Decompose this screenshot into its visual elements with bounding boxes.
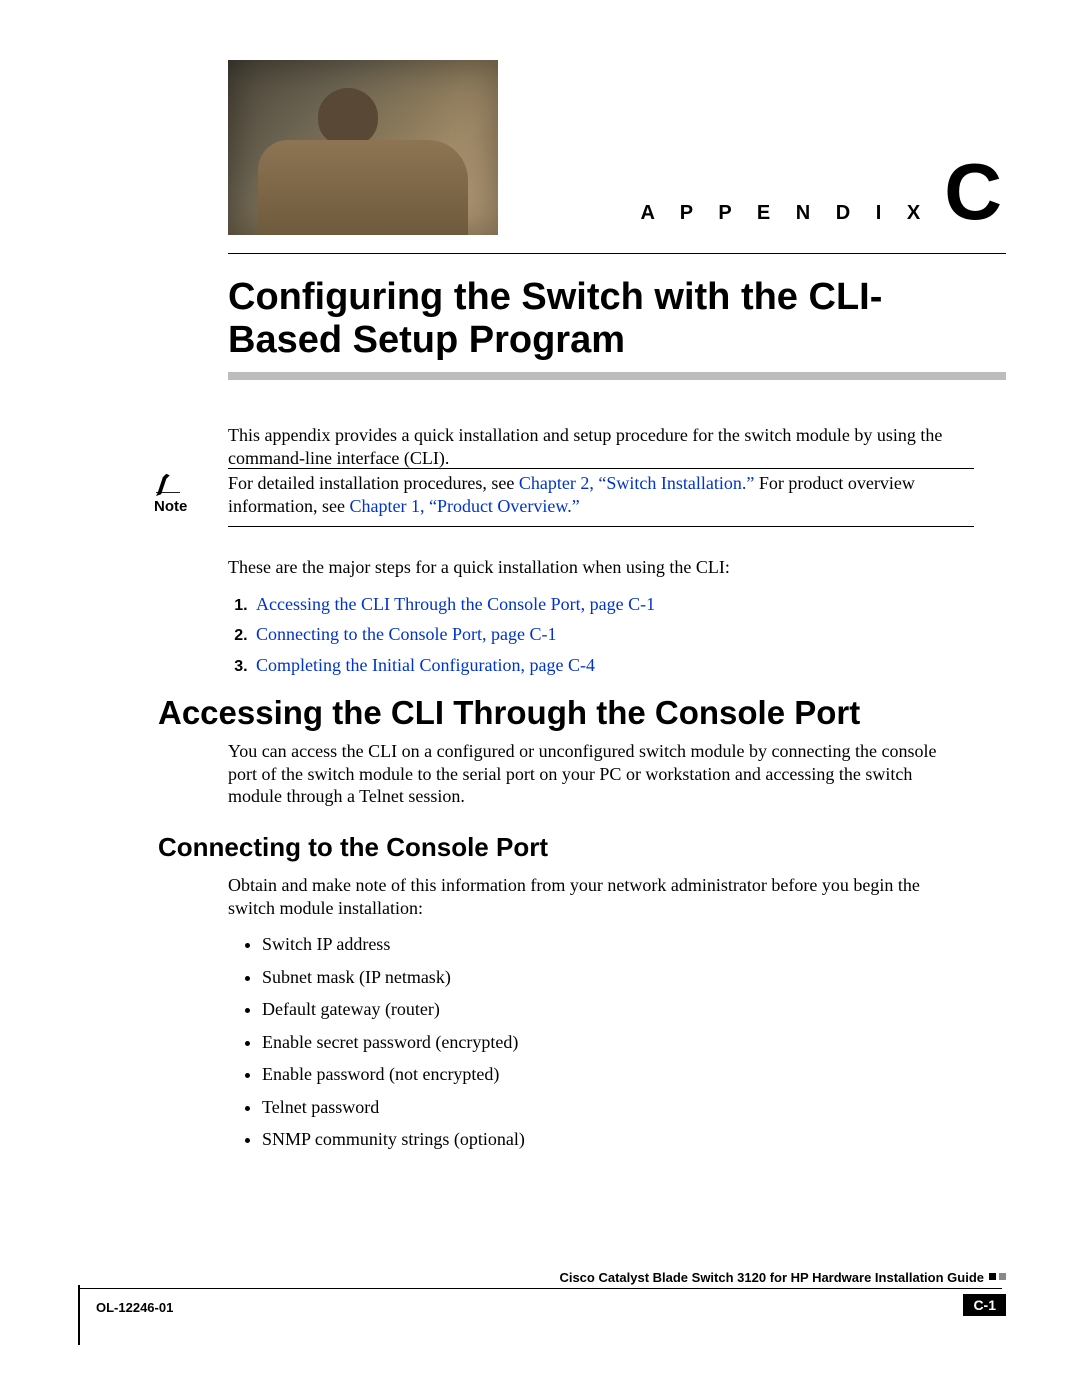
- pencil-icon: [154, 472, 182, 496]
- appendix-header: A P P E N D I X C: [641, 160, 1002, 225]
- step-link-3[interactable]: Completing the Initial Configuration, pa…: [256, 655, 595, 675]
- appendix-letter: C: [944, 160, 1002, 224]
- list-item: SNMP community strings (optional): [262, 1128, 968, 1151]
- subsection-heading: Connecting to the Console Port: [158, 832, 548, 863]
- step-link-2[interactable]: Connecting to the Console Port, page C-1: [256, 624, 556, 644]
- appendix-label: A P P E N D I X: [641, 202, 931, 225]
- footer-square-icon: [989, 1273, 996, 1280]
- footer-rule: [78, 1288, 1002, 1289]
- intro-paragraph: This appendix provides a quick installat…: [228, 424, 968, 469]
- list-item: Connecting to the Console Port, page C-1: [252, 623, 968, 646]
- step-list: Accessing the CLI Through the Console Po…: [228, 593, 968, 677]
- note-label: Note: [154, 498, 187, 515]
- list-item: Subnet mask (IP netmask): [262, 966, 968, 989]
- steps-intro: These are the major steps for a quick in…: [228, 556, 968, 579]
- header-photo: [228, 60, 498, 235]
- note-text: For detailed installation procedures, se…: [228, 472, 974, 519]
- step-link-1[interactable]: Accessing the CLI Through the Console Po…: [256, 594, 655, 614]
- rule-thick: [228, 372, 1006, 380]
- list-item: Enable password (not encrypted): [262, 1063, 968, 1086]
- rule-thin: [228, 253, 1006, 254]
- footer-page-number: C-1: [963, 1294, 1006, 1316]
- list-item: Completing the Initial Configuration, pa…: [252, 654, 968, 677]
- section-body: You can access the CLI on a configured o…: [228, 740, 968, 808]
- list-item: Enable secret password (encrypted): [262, 1031, 968, 1054]
- footer-doc-number: OL-12246-01: [96, 1300, 173, 1315]
- list-item: Switch IP address: [262, 933, 968, 956]
- note-rule-top: [228, 468, 974, 469]
- footer-left-rule: [78, 1285, 80, 1345]
- footer-square-icon: [999, 1273, 1006, 1280]
- link-chapter-1[interactable]: Chapter 1, “Product Overview.”: [349, 496, 579, 516]
- footer-guide-title: Cisco Catalyst Blade Switch 3120 for HP …: [559, 1270, 984, 1285]
- note-block: Note For detailed installation procedure…: [154, 472, 974, 519]
- list-item: Default gateway (router): [262, 998, 968, 1021]
- chapter-title: Configuring the Switch with the CLI-Base…: [228, 276, 948, 361]
- section-heading: Accessing the CLI Through the Console Po…: [158, 694, 860, 732]
- link-chapter-2[interactable]: Chapter 2, “Switch Installation.”: [519, 473, 754, 493]
- list-item: Accessing the CLI Through the Console Po…: [252, 593, 968, 616]
- subsection-intro: Obtain and make note of this information…: [228, 874, 968, 919]
- list-item: Telnet password: [262, 1096, 968, 1119]
- note-text-1: For detailed installation procedures, se…: [228, 473, 519, 493]
- note-rule-bottom: [228, 526, 974, 527]
- bullet-list: Switch IP address Subnet mask (IP netmas…: [228, 933, 968, 1151]
